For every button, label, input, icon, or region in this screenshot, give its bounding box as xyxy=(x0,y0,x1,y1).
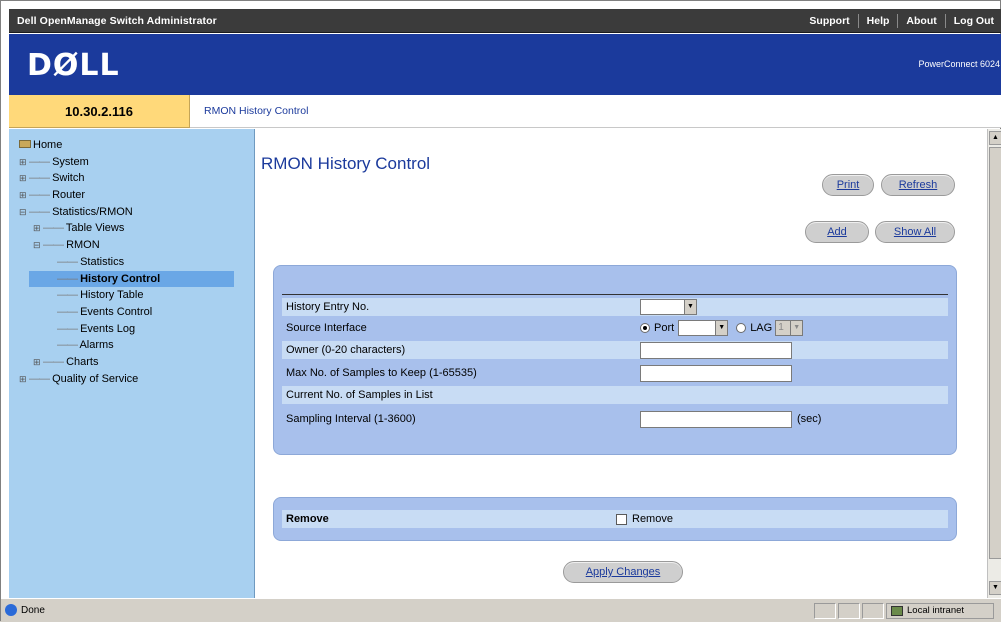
expand-icon[interactable]: ⊞ xyxy=(19,187,29,203)
history-entry-row: History Entry No. ▼ xyxy=(282,298,948,316)
lag-select-value: 1 xyxy=(778,322,784,333)
owner-input[interactable] xyxy=(640,341,792,359)
sampling-interval-label: Sampling Interval (1-3600) xyxy=(286,413,416,425)
scroll-thumb[interactable] xyxy=(989,147,1001,559)
help-link[interactable]: Help xyxy=(857,13,898,28)
status-cell xyxy=(838,602,860,619)
status-cells: Local intranet xyxy=(812,602,994,619)
remove-label: Remove xyxy=(286,513,329,525)
dell-logo: DØLL xyxy=(27,48,120,83)
port-radio[interactable] xyxy=(640,323,650,333)
remove-checkbox-label: Remove xyxy=(632,513,673,525)
intranet-icon xyxy=(891,605,903,616)
scroll-down-icon[interactable]: ▼ xyxy=(989,581,1001,595)
navigation-tree: Home ⊞ —— System ⊞ —— Switch ⊞ —— Router ⊟ —… xyxy=(9,129,255,598)
lag-radio[interactable] xyxy=(736,323,747,333)
page-title: RMON History Control xyxy=(261,154,431,173)
browser-window: Dell OpenManage Switch Administrator Sup… xyxy=(0,0,1001,622)
tree-item-statistics-rmon[interactable]: ⊟ —— Statistics/RMON xyxy=(19,204,160,221)
port-radio-label: Port xyxy=(654,322,675,334)
status-cell xyxy=(814,602,836,619)
top-links: Support Help About Log Out xyxy=(801,9,1001,32)
add-button[interactable]: Add xyxy=(805,221,869,243)
divider xyxy=(282,294,948,295)
lag-select[interactable]: 1 ▼ xyxy=(775,320,804,336)
expand-icon[interactable]: ⊞ xyxy=(19,170,29,186)
tree-item-history-control[interactable]: —— History Control xyxy=(19,271,160,288)
owner-row: Owner (0-20 characters) xyxy=(282,341,948,359)
security-zone: Local intranet xyxy=(886,602,994,619)
expand-icon[interactable]: ⊞ xyxy=(33,220,43,236)
chevron-down-icon: ▼ xyxy=(684,300,696,314)
ie-icon xyxy=(5,604,17,616)
tree-item-events-log[interactable]: —— Events Log xyxy=(19,321,160,338)
top-bar: Dell OpenManage Switch Administrator Sup… xyxy=(9,9,1001,33)
print-button[interactable]: Print xyxy=(822,174,874,196)
logout-link[interactable]: Log Out xyxy=(944,13,1001,28)
sampling-interval-input[interactable] xyxy=(640,410,792,428)
history-control-form: History Entry No. ▼ Source Interface Por… xyxy=(273,265,957,455)
support-link[interactable]: Support xyxy=(801,14,857,28)
max-samples-row: Max No. of Samples to Keep (1-65535) xyxy=(282,364,948,382)
expand-icon[interactable]: ⊞ xyxy=(33,354,43,370)
tree-item-alarms[interactable]: —— Alarms xyxy=(19,337,160,354)
tree-item-statistics[interactable]: —— Statistics xyxy=(19,254,160,271)
apply-changes-button[interactable]: Apply Changes xyxy=(563,561,683,583)
owner-label: Owner (0-20 characters) xyxy=(286,344,406,356)
tree-item-home[interactable]: Home xyxy=(19,137,160,154)
collapse-icon[interactable]: ⊟ xyxy=(33,237,43,253)
remove-checkbox[interactable] xyxy=(616,513,627,525)
folder-icon xyxy=(19,140,31,148)
show-all-button[interactable]: Show All xyxy=(875,221,955,243)
tree-item-rmon[interactable]: ⊟ —— RMON xyxy=(19,237,160,254)
tree-item-quality-of-service[interactable]: ⊞ —— Quality of Service xyxy=(19,371,160,388)
current-samples-label: Current No. of Samples in List xyxy=(286,389,433,401)
max-samples-input[interactable] xyxy=(640,364,792,382)
header-banner: DØLL PowerConnect 6024 xyxy=(9,34,1001,95)
source-interface-label: Source Interface xyxy=(286,322,367,334)
tree-item-system[interactable]: ⊞ —— System xyxy=(19,154,160,171)
remove-panel: Remove Remove xyxy=(273,497,957,541)
expand-icon[interactable]: ⊞ xyxy=(19,154,29,170)
current-samples-row: Current No. of Samples in List xyxy=(282,386,948,404)
collapse-icon[interactable]: ⊟ xyxy=(19,204,29,220)
tree-item-charts[interactable]: ⊞ —— Charts xyxy=(19,354,160,371)
tree-item-switch[interactable]: ⊞ —— Switch xyxy=(19,170,160,187)
status-text: Done xyxy=(21,605,45,616)
scroll-up-icon[interactable]: ▲ xyxy=(989,131,1001,145)
expand-icon[interactable]: ⊞ xyxy=(19,371,29,387)
zone-label: Local intranet xyxy=(907,604,965,616)
remove-row: Remove Remove xyxy=(282,510,948,528)
tree-item-history-table[interactable]: —— History Table xyxy=(19,287,160,304)
breadcrumb: RMON History Control xyxy=(190,95,1001,128)
sampling-interval-row: Sampling Interval (1-3600) (sec) xyxy=(282,410,948,428)
app-title: Dell OpenManage Switch Administrator xyxy=(17,14,217,27)
max-samples-label: Max No. of Samples to Keep (1-65535) xyxy=(286,367,477,379)
tree-item-table-views[interactable]: ⊞ —— Table Views xyxy=(19,220,160,237)
vertical-scrollbar[interactable]: ▲ ▼ xyxy=(987,129,1001,598)
source-interface-row: Source Interface Port ▼ LAG 1 ▼ xyxy=(282,319,948,337)
seconds-unit: (sec) xyxy=(797,413,822,425)
status-cell xyxy=(862,602,884,619)
main-content: RMON History Control Print Refresh Add S… xyxy=(257,129,987,598)
history-entry-select[interactable]: ▼ xyxy=(640,299,697,315)
refresh-button[interactable]: Refresh xyxy=(881,174,955,196)
tree-item-router[interactable]: ⊞ —— Router xyxy=(19,187,160,204)
tree-item-events-control[interactable]: —— Events Control xyxy=(19,304,160,321)
status-bar: Done Local intranet xyxy=(1,598,1001,622)
history-entry-label: History Entry No. xyxy=(286,301,370,313)
chevron-down-icon: ▼ xyxy=(715,321,728,335)
device-ip: 10.30.2.116 xyxy=(9,95,190,128)
about-link[interactable]: About xyxy=(897,13,944,28)
model-name: PowerConnect 6024 xyxy=(918,59,1000,69)
port-select[interactable]: ▼ xyxy=(678,320,729,336)
chevron-down-icon: ▼ xyxy=(790,321,803,335)
tree: Home ⊞ —— System ⊞ —— Switch ⊞ —— Router ⊟ —… xyxy=(19,137,160,387)
lag-radio-label: LAG xyxy=(750,322,773,334)
status-text-container: Done xyxy=(1,604,812,616)
